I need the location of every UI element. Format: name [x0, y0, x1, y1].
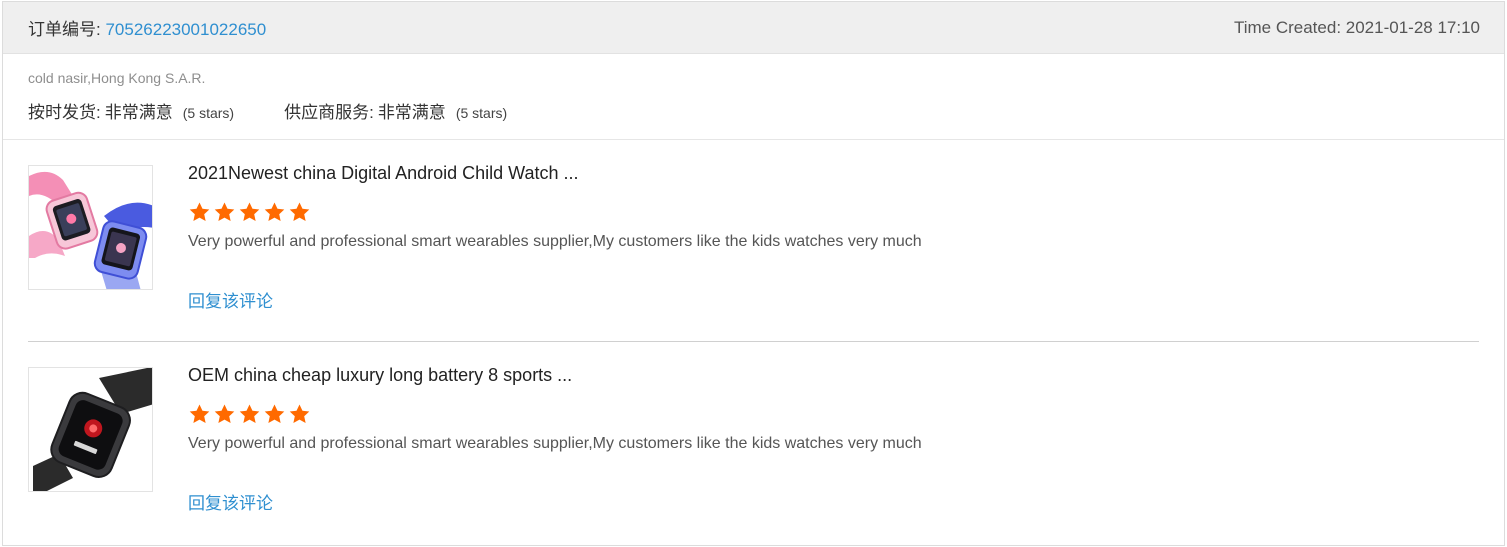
order-number-label: 订单编号:	[28, 20, 101, 39]
review-item: 2021Newest china Digital Android Child W…	[28, 140, 1479, 342]
review-item: OEM china cheap luxury long battery 8 sp…	[28, 342, 1479, 544]
star-icon	[213, 201, 238, 224]
rating-value: 非常满意	[104, 103, 173, 122]
order-number-group: 订单编号: 70526223001022650	[28, 15, 266, 40]
star-icon	[263, 201, 288, 224]
star-icon	[288, 403, 313, 426]
rating-supplier-service: 供应商服务: 非常满意 (5 stars)	[284, 98, 507, 123]
rating-value: 非常满意	[377, 103, 446, 122]
review-info: 2021Newest china Digital Android Child W…	[188, 163, 1479, 312]
reply-review-link[interactable]: 回复该评论	[188, 489, 273, 514]
reply-review-link[interactable]: 回复该评论	[188, 287, 273, 312]
product-title[interactable]: OEM china cheap luxury long battery 8 sp…	[188, 365, 1479, 389]
rating-stars-text: (5 stars)	[182, 105, 235, 121]
rating-label: 供应商服务:	[284, 103, 374, 122]
star-icon	[238, 201, 263, 224]
rating-stars-text: (5 stars)	[455, 105, 508, 121]
star-icon	[238, 403, 263, 426]
review-list: 2021Newest china Digital Android Child W…	[3, 140, 1504, 544]
order-number-link[interactable]: 70526223001022650	[105, 20, 266, 39]
star-icon	[263, 403, 288, 426]
review-info: OEM china cheap luxury long battery 8 sp…	[188, 365, 1479, 514]
time-created: Time Created: 2021-01-28 17:10	[1233, 17, 1480, 37]
seller-ratings: 按时发货: 非常满意 (5 stars) 供应商服务: 非常满意 (5 star…	[28, 98, 1479, 123]
order-review-card: 订单编号: 70526223001022650 Time Created: 20…	[2, 1, 1505, 546]
review-text: Very powerful and professional smart wea…	[188, 233, 922, 250]
kids-smartwatch-image	[29, 166, 152, 289]
buyer-section: cold nasir,Hong Kong S.A.R. 按时发货: 非常满意 (…	[3, 54, 1504, 140]
product-image[interactable]	[28, 165, 153, 290]
star-icon	[188, 403, 213, 426]
order-header: 订单编号: 70526223001022650 Time Created: 20…	[3, 2, 1504, 54]
star-icon	[188, 201, 213, 224]
star-icon	[213, 403, 238, 426]
star-icon	[288, 201, 313, 224]
review-text: Very powerful and professional smart wea…	[188, 435, 922, 452]
star-rating	[188, 403, 1479, 427]
product-image[interactable]	[28, 367, 153, 492]
rating-on-time-delivery: 按时发货: 非常满意 (5 stars)	[28, 98, 234, 123]
black-sports-smartwatch-image	[29, 368, 152, 491]
buyer-name: cold nasir,Hong Kong S.A.R.	[28, 70, 206, 86]
rating-label: 按时发货:	[28, 103, 101, 122]
product-title[interactable]: 2021Newest china Digital Android Child W…	[188, 163, 1479, 187]
star-rating	[188, 201, 1479, 225]
